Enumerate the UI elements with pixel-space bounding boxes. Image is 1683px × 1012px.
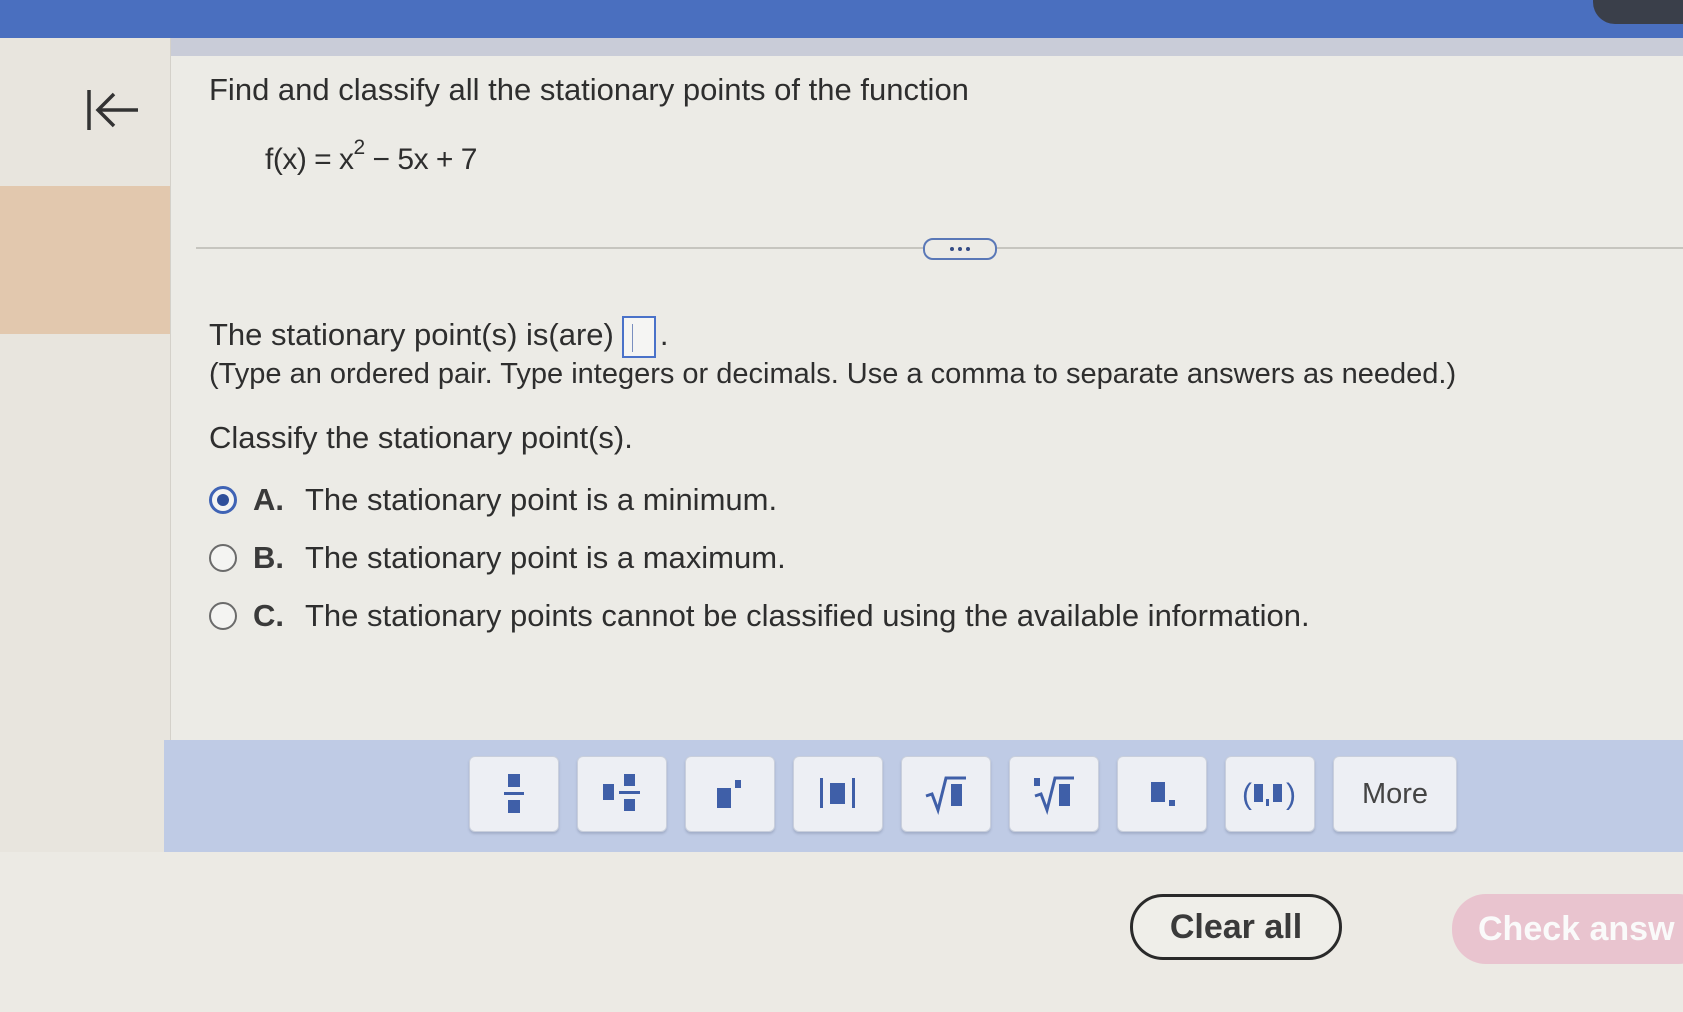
- classify-prompt: Classify the stationary point(s).: [209, 420, 633, 455]
- absolute-value-icon: [820, 778, 855, 808]
- left-panel-tab: [0, 186, 170, 334]
- nth-root-button[interactable]: [1009, 756, 1099, 832]
- footer-area: [0, 852, 1683, 1012]
- nth-root-icon: [1034, 776, 1074, 816]
- svg-text:): ): [1286, 778, 1296, 811]
- back-arrow-icon: [87, 90, 138, 130]
- superscript-icon: [717, 780, 741, 808]
- mixed-number-button[interactable]: [577, 756, 667, 832]
- ellipsis-icon: [950, 247, 954, 251]
- formula-exponent: 2: [353, 136, 366, 159]
- answer-period: .: [659, 317, 669, 352]
- check-answer-button[interactable]: Check answ: [1452, 894, 1683, 964]
- header-shadow: [0, 38, 1683, 56]
- option-a[interactable]: A. The stationary point is a minimum.: [209, 480, 777, 520]
- ordered-pair-button[interactable]: ( ): [1225, 756, 1315, 832]
- square-root-button[interactable]: [901, 756, 991, 832]
- left-panel: [0, 38, 171, 853]
- function-formula: f(x) = x2 − 5x + 7: [265, 136, 478, 177]
- header-corner: [1593, 0, 1683, 24]
- question-panel: Find and classify all the stationary poi…: [171, 56, 1683, 741]
- radio-option-a[interactable]: [209, 486, 237, 514]
- formula-rhs: − 5x + 7: [364, 143, 478, 176]
- answer-hint: (Type an ordered pair. Type integers or …: [209, 358, 1457, 390]
- ellipsis-dot: [966, 247, 970, 251]
- option-a-letter: A.: [253, 482, 284, 517]
- svg-text:(: (: [1242, 778, 1252, 811]
- radio-option-b[interactable]: [209, 544, 237, 572]
- radio-option-c[interactable]: [209, 602, 237, 630]
- stationary-point-input[interactable]: [621, 316, 656, 358]
- expand-more-button[interactable]: [923, 238, 997, 260]
- collapse-panel-button[interactable]: [86, 86, 146, 142]
- top-header-bar: [0, 0, 1683, 38]
- stationary-point-label: The stationary point(s) is(are): [209, 317, 614, 352]
- decimal-button[interactable]: [1117, 756, 1207, 832]
- math-toolbar: ( ) More: [164, 740, 1683, 852]
- more-templates-button[interactable]: More: [1333, 756, 1457, 832]
- absolute-value-button[interactable]: [793, 756, 883, 832]
- decimal-icon: [1151, 782, 1175, 806]
- clear-all-button[interactable]: Clear all: [1130, 894, 1342, 960]
- mixed-number-icon: [603, 774, 640, 811]
- square-root-icon: [925, 776, 966, 816]
- option-c[interactable]: C. The stationary points cannot be class…: [209, 596, 1310, 636]
- ellipsis-dot: [958, 247, 962, 251]
- stationary-point-line: The stationary point(s) is(are) .: [209, 314, 669, 358]
- superscript-button[interactable]: [685, 756, 775, 832]
- option-a-text: The stationary point is a minimum.: [305, 482, 778, 517]
- option-c-text: The stationary points cannot be classifi…: [305, 598, 1310, 633]
- question-prompt: Find and classify all the stationary poi…: [209, 72, 969, 107]
- option-b-letter: B.: [253, 540, 284, 575]
- formula-lhs: f(x) = x: [265, 143, 354, 176]
- fraction-button[interactable]: [469, 756, 559, 832]
- option-c-letter: C.: [253, 598, 284, 633]
- ordered-pair-icon: ( ): [1242, 778, 1296, 811]
- fraction-icon: [504, 774, 524, 813]
- option-b[interactable]: B. The stationary point is a maximum.: [209, 538, 786, 578]
- option-b-text: The stationary point is a maximum.: [305, 540, 786, 575]
